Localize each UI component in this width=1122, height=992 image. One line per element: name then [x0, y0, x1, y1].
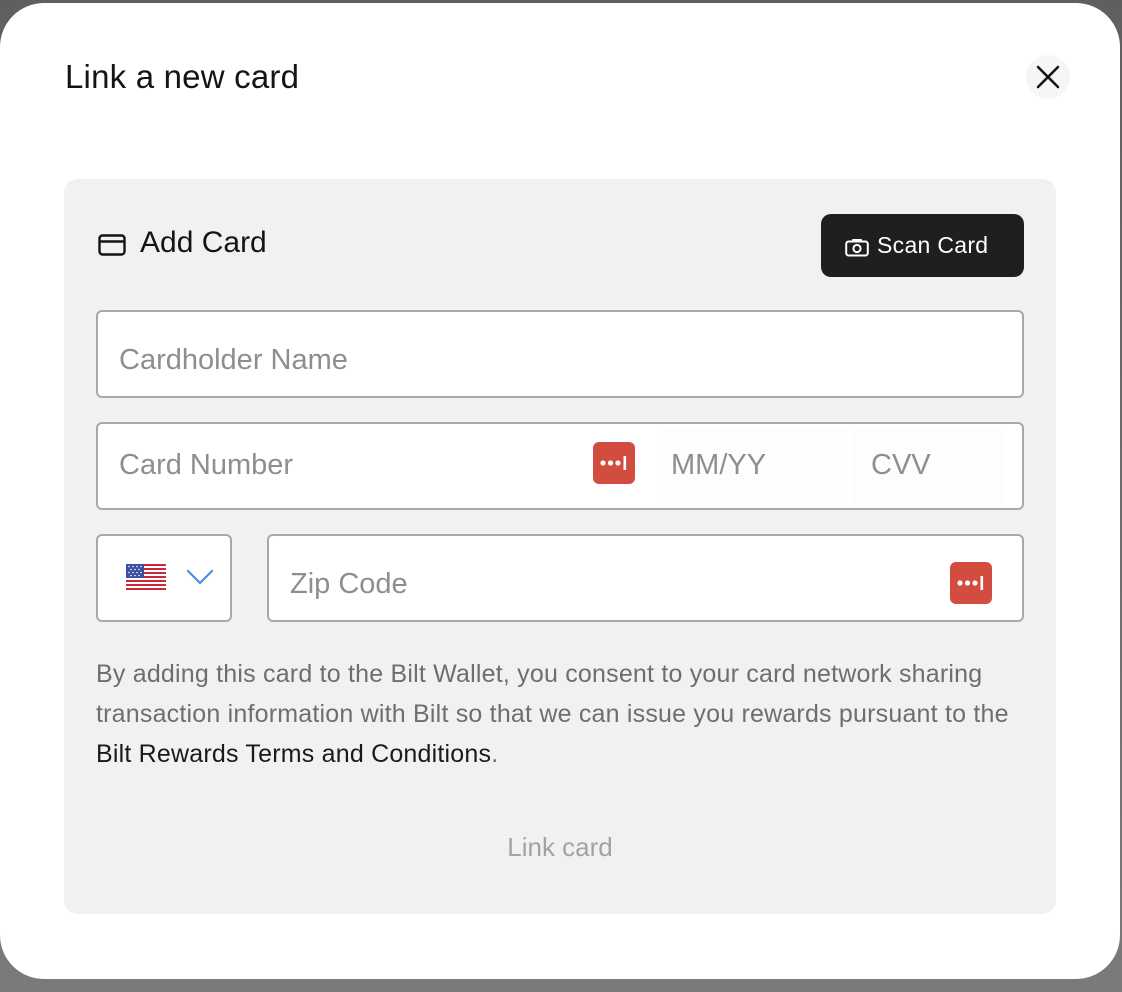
- password-manager-icon[interactable]: [950, 562, 992, 604]
- password-manager-icon[interactable]: [593, 442, 635, 484]
- zip-code-input[interactable]: Zip Code: [267, 534, 1024, 622]
- consent-text-end: .: [491, 740, 499, 768]
- link-card-modal: Link a new card Add Card Scan Card Cardh…: [0, 3, 1120, 979]
- panel-title: Add Card: [140, 226, 267, 259]
- consent-text: By adding this card to the Bilt Wallet, …: [96, 654, 1036, 774]
- camera-icon: [845, 236, 869, 263]
- terms-link[interactable]: Bilt Rewards Terms and Conditions: [96, 740, 491, 768]
- scan-card-button[interactable]: Scan Card: [821, 214, 1024, 277]
- link-card-button[interactable]: Link card: [442, 825, 678, 869]
- cvv-placeholder: CVV: [871, 449, 931, 481]
- card-number-input[interactable]: Card Number: [119, 449, 293, 482]
- zip-code-placeholder: Zip Code: [290, 568, 408, 600]
- cardholder-name-placeholder: Cardholder Name: [119, 344, 348, 376]
- expiry-placeholder: MM/YY: [671, 449, 767, 481]
- credit-card-icon: [98, 234, 126, 261]
- consent-text-body: By adding this card to the Bilt Wallet, …: [96, 660, 1009, 728]
- us-flag-icon: [126, 564, 166, 595]
- chevron-down-icon: [186, 569, 214, 590]
- add-card-panel: Add Card Scan Card Cardholder Name Card …: [64, 179, 1056, 914]
- card-details-group: Card Number MM/YY CVV: [96, 422, 1024, 510]
- modal-title: Link a new card: [65, 58, 300, 95]
- cardholder-name-input[interactable]: Cardholder Name: [96, 310, 1024, 398]
- close-icon: [1036, 65, 1060, 89]
- country-select[interactable]: [96, 534, 232, 622]
- scan-card-label: Scan Card: [877, 232, 989, 258]
- close-button[interactable]: [1026, 55, 1070, 99]
